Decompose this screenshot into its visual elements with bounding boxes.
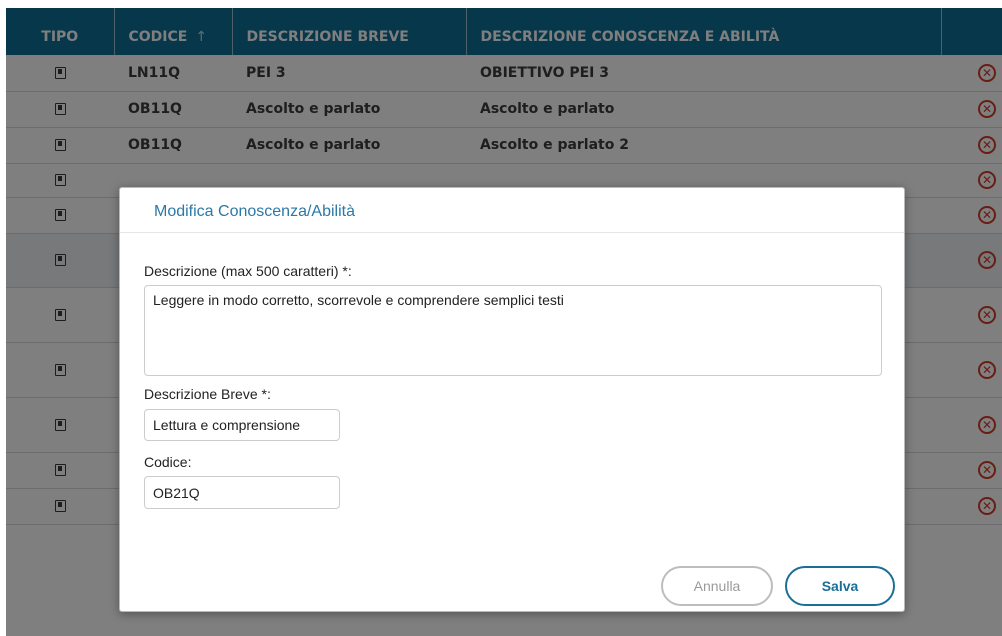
cancel-button[interactable]: Annulla: [661, 566, 773, 606]
dialog-divider: [120, 232, 904, 233]
descrizione-breve-label: Descrizione Breve *:: [144, 386, 271, 402]
codice-input[interactable]: OB21Q: [144, 476, 340, 509]
save-button[interactable]: Salva: [785, 566, 895, 606]
edit-knowledge-dialog: Modifica Conoscenza/Abilità Descrizione …: [119, 187, 905, 612]
dialog-title: Modifica Conoscenza/Abilità: [154, 203, 355, 220]
descrizione-textarea[interactable]: Leggere in modo corretto, scorrevole e c…: [144, 285, 882, 376]
descrizione-label: Descrizione (max 500 caratteri) *:: [144, 263, 352, 279]
codice-label: Codice:: [144, 454, 192, 470]
descrizione-breve-input[interactable]: Lettura e comprensione: [144, 409, 340, 441]
